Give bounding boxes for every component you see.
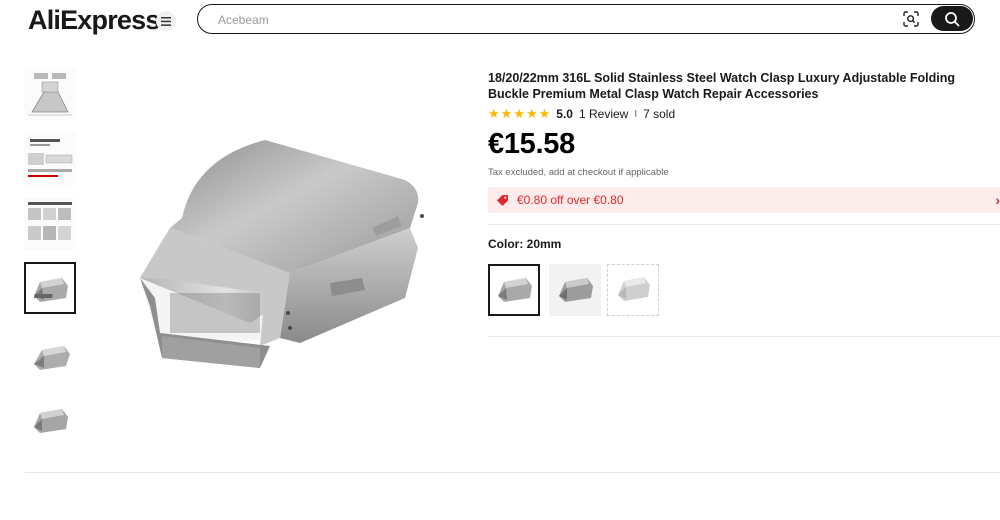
clasp-front-image: [34, 278, 68, 302]
divider: [488, 224, 1000, 225]
thumbnail-2[interactable]: [24, 133, 76, 185]
camera-search-icon: [903, 11, 919, 27]
menu-button[interactable]: [156, 11, 176, 31]
star-icon: ★: [500, 106, 513, 121]
search-bar: [197, 4, 975, 34]
thumbnail-1[interactable]: [24, 68, 76, 120]
search-button[interactable]: [931, 6, 973, 31]
header: AliExpress: [0, 0, 1000, 40]
watch-clasp-image: [140, 140, 424, 368]
clasp-side-image: [34, 409, 68, 433]
search-icon: [945, 11, 960, 26]
size-chart-image: [24, 133, 76, 185]
color-label: Color: 20mm: [488, 237, 562, 251]
installation-guide-image: [24, 198, 76, 250]
star-icon: ★: [488, 106, 500, 121]
thumbnail-6[interactable]: [24, 395, 76, 447]
product-price: €15.58: [488, 128, 575, 160]
rating-separator: I: [634, 108, 638, 120]
star-icon: ★: [538, 106, 551, 121]
section-divider: [25, 472, 1000, 473]
star-icon: ★: [525, 106, 538, 121]
clasp-swatch-image: [498, 278, 532, 302]
logo-text: AliExpress: [28, 5, 160, 35]
color-option-20mm[interactable]: [488, 264, 540, 316]
color-option-3[interactable]: [607, 264, 659, 316]
thumbnail-3[interactable]: [24, 198, 76, 250]
star-rating: ★ ★ ★ ★ ★: [488, 106, 550, 122]
menu-icon: [161, 16, 171, 26]
aliexpress-logo[interactable]: AliExpress: [28, 5, 160, 36]
clasp-angled-image: [34, 346, 70, 370]
color-option-2[interactable]: [549, 264, 601, 316]
reviews-link[interactable]: 1 Review: [579, 107, 628, 121]
coupon-banner[interactable]: €0.80 off over €0.80 ›: [488, 187, 1000, 213]
clasp-swatch-image: [559, 278, 593, 302]
product-title: 18/20/22mm 316L Solid Stainless Steel Wa…: [488, 71, 956, 101]
thumbnail-4[interactable]: [24, 262, 76, 314]
image-search-button[interactable]: [901, 9, 921, 29]
star-icon: ★: [513, 106, 525, 121]
main-product-image[interactable]: [100, 68, 470, 448]
rating-row: ★ ★ ★ ★ ★ 5.0 1 Review I 7 sold: [488, 106, 675, 122]
thumbnail-5[interactable]: [24, 330, 76, 382]
sold-count: 7 sold: [643, 107, 676, 121]
search-input[interactable]: [216, 9, 880, 31]
coupon-tag-icon: [496, 194, 509, 207]
coupon-text: €0.80 off over €0.80: [517, 193, 624, 207]
clasp-diagram-image: [24, 68, 76, 120]
tax-note: Tax excluded, add at checkout if applica…: [488, 167, 669, 178]
clasp-swatch-image: [618, 277, 650, 301]
divider: [488, 336, 1000, 337]
chevron-right-icon: ›: [995, 192, 1000, 208]
rating-score: 5.0: [556, 107, 573, 121]
